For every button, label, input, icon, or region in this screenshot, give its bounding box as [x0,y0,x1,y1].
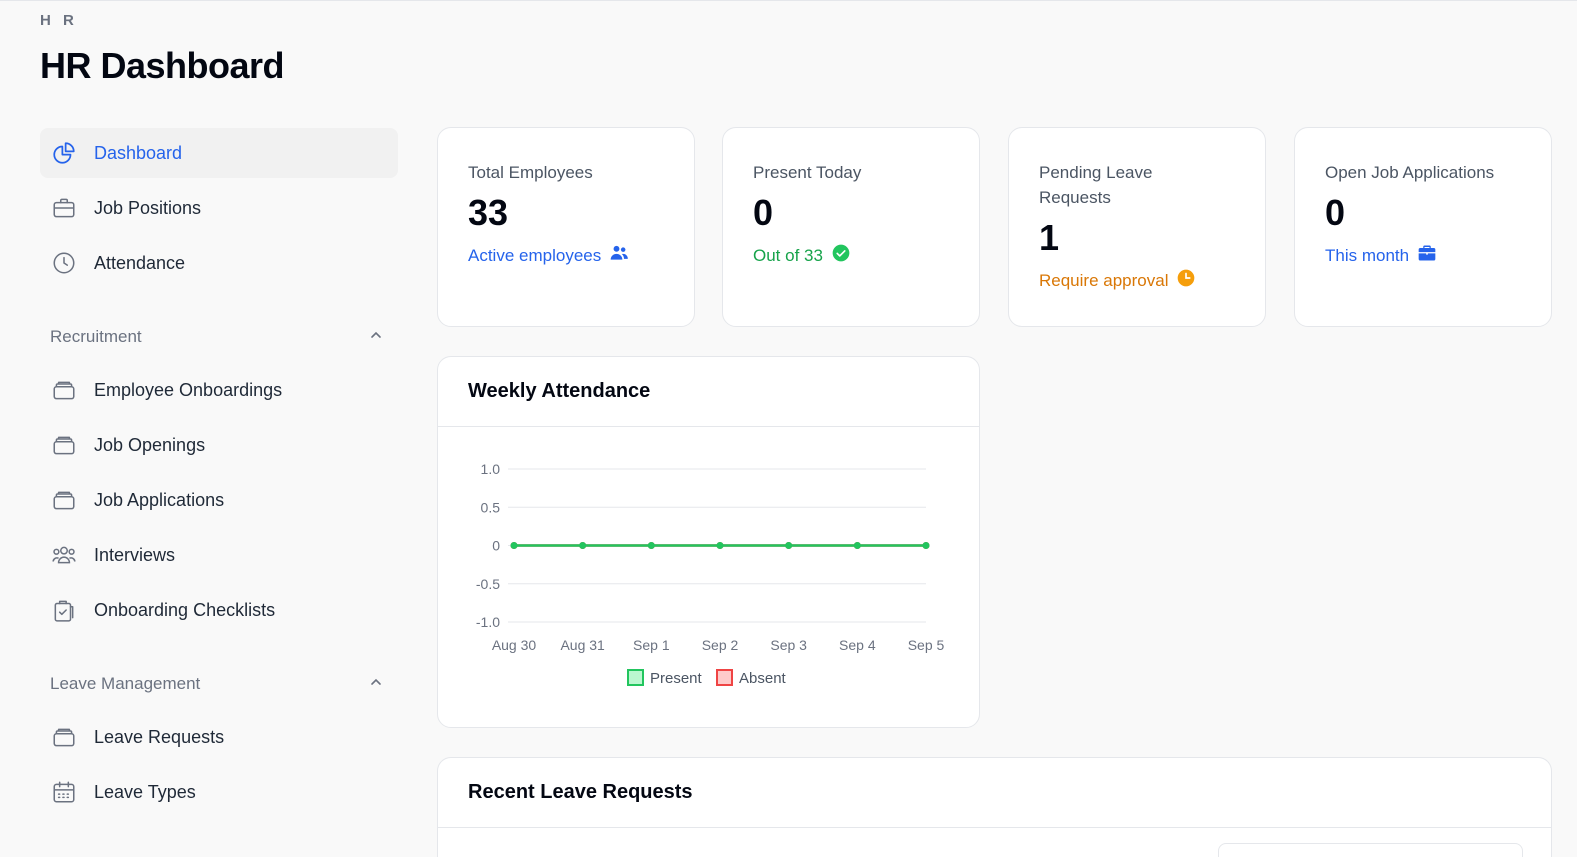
x-tick-label: Sep 1 [633,637,670,653]
sidebar-item-onboarding-checklists[interactable]: Onboarding Checklists [40,585,398,635]
data-point-present [647,542,655,549]
pie-chart-icon [50,139,78,167]
stat-card-total-employees: Total Employees 33 Active employees [437,127,695,327]
page-title: HR Dashboard [40,45,285,86]
sidebar-item-label: Dashboard [94,142,183,163]
sidebar-item-interviews[interactable]: Interviews [40,530,398,580]
x-tick-label: Sep 3 [770,637,807,653]
stat-card-pending-leave: Pending Leave Requests 1 Require approva… [1008,127,1266,327]
weekly-attendance-panel: Weekly Attendance 1.0 0.5 0 -0.5 -1.0 Aug 30… [437,356,980,728]
data-point-present [922,542,930,549]
stat-note: Active employees [468,243,664,268]
y-tick-label: 0 [492,538,500,554]
stat-note-text: Active employees [468,245,602,265]
sidebar-item-label: Leave Requests [94,726,225,747]
users-icon [50,541,78,569]
sidebar-item-job-applications[interactable]: Job Applications [40,475,398,525]
x-tick-label: Sep 2 [702,637,739,653]
sidebar-item-label: Job Positions [94,197,202,218]
sidebar-item-label: Job Openings [94,434,206,455]
stat-note-text: Require approval [1039,270,1169,290]
stat-card-present-today: Present Today 0 Out of 33 [722,127,980,327]
briefcase-icon [50,194,78,222]
stack-icon [50,723,78,751]
data-point-present [785,542,793,549]
panel-title: Weekly Attendance [438,357,979,427]
y-tick-label: -0.5 [476,576,500,592]
legend-label-present: Present [650,670,703,687]
x-tick-label: Aug 31 [560,637,605,653]
y-tick-label: -1.0 [476,614,500,630]
sidebar-item-employee-onboardings[interactable]: Employee Onboardings [40,365,398,415]
x-tick-label: Sep 4 [839,637,876,653]
brand-label: H R [40,12,78,29]
calendar-icon [50,778,78,806]
briefcase-icon [1417,243,1437,268]
stat-note: This month [1325,243,1521,268]
users-icon [609,243,629,268]
stat-label: Pending Leave Requests [1039,163,1153,207]
stack-icon [50,486,78,514]
sidebar-item-job-openings[interactable]: Job Openings [40,420,398,470]
panel-title: Recent Leave Requests [438,758,1551,828]
data-point-present [510,542,518,549]
stat-value: 0 [1325,192,1346,233]
stack-icon [50,431,78,459]
stat-value: 33 [468,192,509,233]
sidebar-item-label: Onboarding Checklists [94,599,276,620]
stat-label: Open Job Applications [1325,163,1495,182]
stat-label: Present Today [753,163,862,182]
stat-note-text: Out of 33 [753,245,823,265]
y-tick-label: 0.5 [481,499,501,515]
x-tick-label: Sep 5 [908,637,945,653]
chevron-up-icon [368,327,384,348]
sidebar-item-label: Employee Onboardings [94,379,283,400]
stat-value: 0 [753,192,774,233]
stat-label: Total Employees [468,163,593,182]
sidebar-item-job-positions[interactable]: Job Positions [40,183,398,233]
y-tick-label: 1.0 [481,461,501,477]
sidebar-item-dashboard[interactable]: Dashboard [40,128,398,178]
group-label: Leave Management [50,674,201,693]
clock-icon [1176,268,1196,293]
data-point-present [716,542,724,549]
sidebar-item-label: Leave Types [94,781,196,802]
check-circle-icon [831,243,851,268]
legend-swatch-absent [716,669,733,686]
sidebar-item-label: Interviews [94,544,176,565]
recent-leave-requests-panel: Recent Leave Requests [437,757,1552,857]
clock-icon [50,249,78,277]
stat-note: Out of 33 [753,243,949,268]
stat-note: Require approval [1039,268,1235,293]
chevron-up-icon [368,674,384,695]
data-point-present [579,542,587,549]
x-tick-label: Aug 30 [492,637,537,653]
stat-note-text: This month [1325,245,1410,265]
sidebar-item-attendance[interactable]: Attendance [40,238,398,288]
data-point-present [853,542,861,549]
stack-icon [50,376,78,404]
stat-value: 1 [1039,217,1060,258]
sidebar-item-label: Attendance [94,252,186,273]
sidebar: Dashboard Job Positions Attendance Recru… [40,128,398,822]
clipboard-check-icon [50,596,78,624]
sidebar-item-leave-requests[interactable]: Leave Requests [40,712,398,762]
table-search-input[interactable] [1218,843,1523,857]
legend-label-absent: Absent [739,670,787,687]
stat-card-open-job-applications: Open Job Applications 0 This month [1294,127,1552,327]
sidebar-item-leave-types[interactable]: Leave Types [40,767,398,817]
group-label: Recruitment [50,327,142,346]
weekly-attendance-chart: 1.0 0.5 0 -0.5 -1.0 Aug 30 Aug 31 Sep 1 Sep 2 Se… [476,461,945,687]
group-leave-management-toggle[interactable]: Leave Management [40,664,398,704]
group-recruitment-toggle[interactable]: Recruitment [40,317,398,357]
sidebar-item-label: Job Applications [94,489,225,510]
legend-swatch-present [627,669,644,686]
